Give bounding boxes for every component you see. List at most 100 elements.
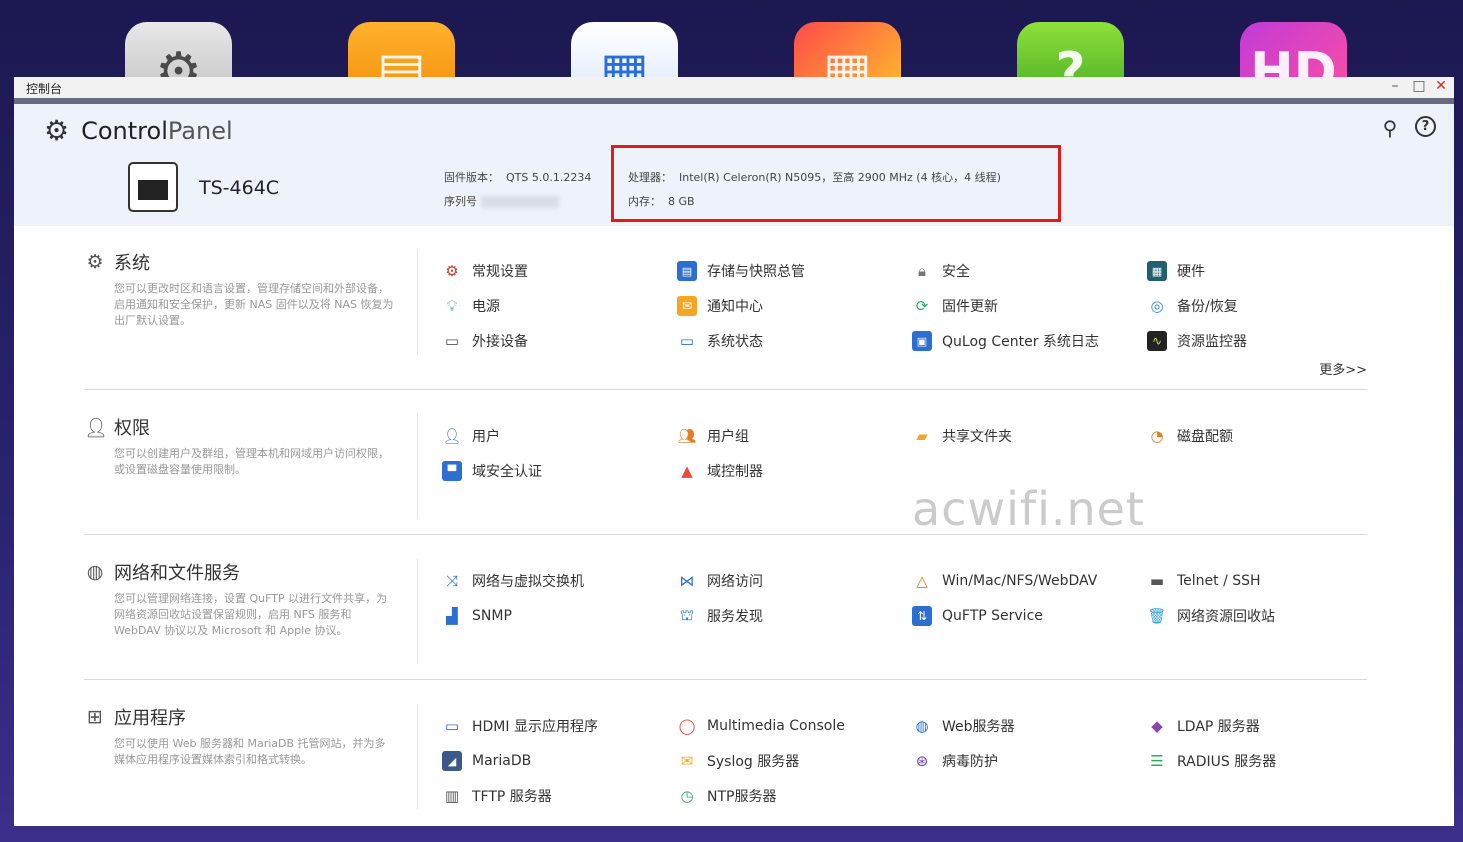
header-actions: ⚲ ? [1379, 116, 1436, 140]
discovery-icon: ⛫ [680, 606, 694, 624]
item-notification-center[interactable]: ✉ 通知中心 [677, 296, 763, 316]
item-external-devices[interactable]: ▭ 外接设备 [442, 331, 528, 351]
item-multimedia-console[interactable]: ◯ Multimedia Console [677, 716, 845, 736]
log-icon: ▣ [912, 331, 932, 351]
globe-icon: ◍ [86, 561, 104, 583]
item-domain-controller[interactable]: ▲ 域控制器 [677, 461, 763, 481]
recycle-bin-icon: 🗑︎ [1147, 607, 1167, 625]
network-icon: ⤨ [445, 572, 458, 590]
item-storage-snapshots[interactable]: ▤ 存储与快照总管 [677, 261, 805, 281]
firmware-info: 固件版本： QTS 5.0.1.2234 [444, 171, 592, 184]
lock-icon: 🔒︎ [918, 262, 926, 280]
power-icon: 💡︎ [446, 297, 458, 315]
nas-device-icon [128, 162, 178, 212]
item-network-virtual-switch[interactable]: ⤨ 网络与虚拟交换机 [442, 571, 584, 591]
item-mariadb[interactable]: ◢ MariaDB [442, 751, 531, 771]
device-name: TS-464C [199, 177, 280, 199]
section-privilege: 👤︎ 权限 您可以创建用户及群组，管理本机和网域用户访问权限，或设置磁盘容量使用限… [84, 414, 1367, 519]
section-desc: 您可以创建用户及群组，管理本机和网域用户访问权限，或设置磁盘容量使用限制。 [114, 447, 389, 476]
protocol-icon: △ [916, 572, 928, 590]
section-system: ⚙ 系统 您可以更改时区和语言设置，管理存储空间和外部设备，启用通知和安全保护，更… [84, 249, 1367, 378]
item-service-discovery[interactable]: ⛫ 服务发现 [677, 606, 763, 626]
item-tftp-server[interactable]: ▥ TFTP 服务器 [442, 786, 552, 806]
item-shared-folders[interactable]: ▰ 共享文件夹 [912, 426, 1012, 446]
item-network-access[interactable]: ⋈ 网络访问 [677, 571, 764, 591]
minimize-icon[interactable]: – [1386, 78, 1404, 94]
quota-icon: ◔ [1150, 427, 1164, 445]
tftp-icon: ▥ [444, 787, 460, 805]
bar-chart-icon: ▟ [446, 607, 458, 625]
web-icon: ◍ [915, 717, 929, 735]
section-desc: 您可以使用 Web 服务器和 MariaDB 托管网站，并为多媒体应用程序设置媒… [114, 737, 386, 766]
item-network-recycle-bin[interactable]: 🗑︎ 网络资源回收站 [1147, 606, 1275, 626]
item-radius-server[interactable]: ☰ RADIUS 服务器 [1147, 751, 1276, 771]
item-hdmi-app[interactable]: ▭ HDMI 显示应用程序 [442, 716, 598, 736]
monitor-icon: ▭ [679, 332, 695, 350]
hardware-icon: ▦ [1147, 261, 1167, 281]
item-hardware[interactable]: ▦ 硬件 [1147, 261, 1205, 281]
item-snmp[interactable]: ▟ SNMP [442, 606, 512, 626]
section-desc: 您可以管理网络连接，设置 QuFTP 以进行文件共享，为网络资源回收站设置保留规… [114, 592, 388, 637]
storage-icon: ▤ [677, 261, 697, 281]
maximize-icon[interactable]: □ [1410, 78, 1428, 94]
user-icon: 👤︎ [442, 427, 462, 445]
item-ntp-server[interactable]: ◷ NTP服务器 [677, 786, 776, 806]
section-title: 系统 [114, 253, 150, 274]
controller-icon: ▲ [681, 462, 693, 480]
search-icon[interactable]: ⚲ [1379, 116, 1401, 140]
notification-icon: ✉ [677, 296, 697, 316]
close-icon[interactable]: ✕ [1432, 78, 1450, 94]
item-antivirus[interactable]: ⊛ 病毒防护 [912, 751, 998, 771]
brand-light: Panel [167, 116, 233, 145]
wifi-icon: ☰ [1150, 752, 1164, 770]
control-panel-header: ⚙ Control Panel ⚲ ? TS-464C 固件版本： QTS 5.… [14, 104, 1454, 226]
settings-icon: ⚙ [445, 262, 459, 280]
item-quftp-service[interactable]: ⇅ QuFTP Service [912, 606, 1043, 626]
item-power[interactable]: 💡︎ 电源 [442, 296, 500, 316]
item-system-status[interactable]: ▭ 系统状态 [677, 331, 763, 351]
serial-info: 序列号 [444, 193, 559, 209]
item-user-groups[interactable]: 👥︎ 用户组 [677, 426, 749, 446]
item-firmware-update[interactable]: ⟳ 固件更新 [912, 296, 998, 316]
laptop-icon: ▭ [444, 332, 460, 350]
antivirus-icon: ⊛ [915, 752, 929, 770]
item-resource-monitor[interactable]: ∿ 资源监控器 [1147, 331, 1247, 351]
control-panel-window: 控制台 – □ ✕ ⚙ Control Panel ⚲ ? TS-464C 固件… [14, 77, 1454, 826]
ftp-icon: ⇅ [912, 606, 932, 626]
gear-icon: ⚙ [44, 114, 70, 147]
item-syslog-server[interactable]: ✉ Syslog 服务器 [677, 751, 800, 771]
item-disk-quota[interactable]: ◔ 磁盘配额 [1147, 426, 1233, 446]
item-users[interactable]: 👤︎ 用户 [442, 426, 500, 446]
terminal-icon: ▬ [1149, 572, 1165, 590]
item-win-mac-nfs[interactable]: △ Win/Mac/NFS/WebDAV [912, 571, 1097, 591]
section-network: ◍ 网络和文件服务 您可以管理网络连接，设置 QuFTP 以进行文件共享，为网络资… [84, 559, 1367, 664]
user-icon: 👤︎ [84, 416, 109, 439]
item-backup-restore[interactable]: ◎ 备份/恢复 [1147, 296, 1237, 316]
gear-icon: ⚙ [86, 251, 104, 273]
section-applications: ⊞ 应用程序 您可以使用 Web 服务器和 MariaDB 托管网站，并为多媒体应… [84, 704, 1367, 809]
display-icon: ▭ [444, 717, 460, 735]
database-icon: ◢ [442, 751, 462, 771]
help-icon[interactable]: ? [1415, 116, 1436, 137]
syslog-icon: ✉ [680, 752, 694, 770]
item-ldap-server[interactable]: ◆ LDAP 服务器 [1147, 716, 1260, 736]
watermark: acwifi.net [912, 482, 1145, 536]
highlight-box [611, 145, 1061, 222]
folder-icon: ▰ [916, 427, 928, 445]
update-icon: ⟳ [915, 297, 929, 315]
serial-blurred [481, 196, 559, 208]
item-web-server[interactable]: ◍ Web服务器 [912, 716, 1014, 736]
section-title: 应用程序 [114, 708, 186, 729]
item-qulog-center[interactable]: ▣ QuLog Center 系统日志 [912, 331, 1099, 351]
section-desc: 您可以更改时区和语言设置，管理存储空间和外部设备，启用通知和安全保护，更新 NA… [114, 282, 394, 327]
section-title: 权限 [114, 418, 150, 439]
window-titlebar[interactable]: 控制台 – □ ✕ [14, 77, 1454, 104]
domain-icon: ▀ [442, 461, 462, 481]
more-link[interactable]: 更多>> [1319, 359, 1367, 378]
ldap-icon: ◆ [1151, 717, 1163, 735]
firmware-version: QTS 5.0.1.2234 [506, 171, 592, 184]
item-security[interactable]: 🔒︎ 安全 [912, 261, 970, 281]
item-general-settings[interactable]: ⚙ 常规设置 [442, 261, 528, 281]
item-telnet-ssh[interactable]: ▬ Telnet / SSH [1147, 571, 1261, 591]
item-domain-security[interactable]: ▀ 域安全认证 [442, 461, 542, 481]
